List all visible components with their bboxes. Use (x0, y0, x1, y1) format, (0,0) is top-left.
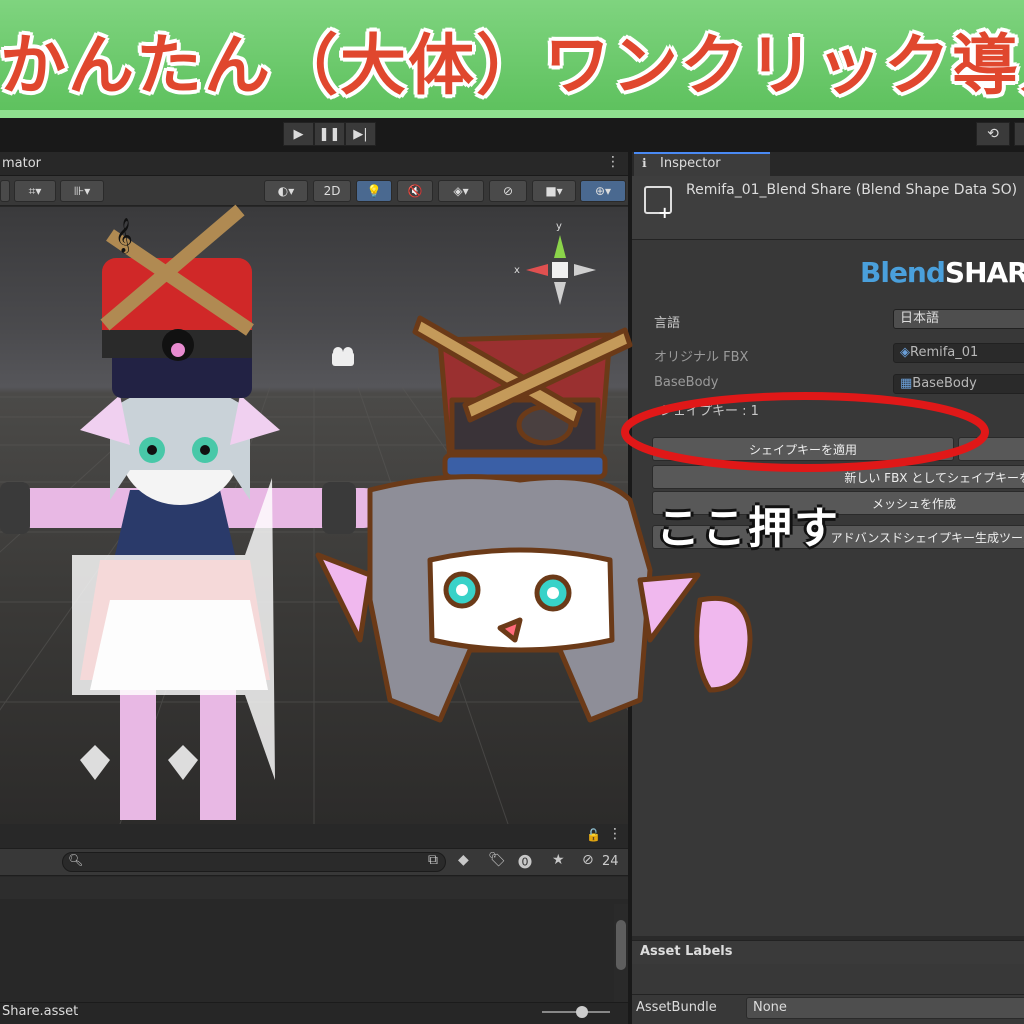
label-tag-icon[interactable]: 🏷︎ (488, 852, 506, 868)
search-icon: 🔍︎ (68, 853, 84, 867)
step-button[interactable]: ▶| (345, 122, 376, 146)
scene-tab-bar (0, 152, 628, 176)
history-icon: ⟲ (987, 126, 999, 142)
project-scrollbar-thumb[interactable] (616, 920, 626, 970)
pause-button[interactable]: ❚❚ (314, 122, 345, 146)
blendshare-logo: BlendSHARE (860, 256, 1024, 289)
scene-viewport[interactable] (0, 207, 628, 824)
fbx-model-icon: ◈ (900, 345, 910, 360)
scene-tab-label[interactable]: mator (2, 156, 41, 171)
grid-snap-icon: ⌗▾ (28, 183, 42, 198)
layers-icon: ◈▾ (453, 184, 469, 198)
pause-icon: ❚❚ (318, 126, 341, 142)
hidden-eye-icon: ⊘ (502, 184, 514, 198)
project-search-input[interactable] (62, 852, 446, 872)
visibility-toggle[interactable]: ⊘ (489, 180, 527, 202)
play-controls: ▶ ❚❚ ▶| (283, 122, 376, 146)
base-body-label: BaseBody (654, 375, 719, 390)
hidden-count-icon[interactable]: ⊘ (582, 852, 594, 868)
gizmo-globe-icon: ⊕▾ (594, 184, 612, 198)
asset-bundle-dropdown[interactable]: None (746, 997, 1024, 1019)
plus-icon: + (658, 203, 672, 222)
draw-mode-dropdown[interactable]: ◐▾ (264, 180, 308, 202)
apply-shape-keys-button[interactable]: シェイプキーを適用 (652, 437, 954, 461)
play-icon: ▶ (293, 126, 304, 142)
selected-file-path: Share.asset (2, 1004, 79, 1019)
increment-snap-dropdown[interactable]: ⊪▾ (60, 180, 104, 202)
project-list-row[interactable] (0, 877, 628, 899)
play-button[interactable]: ▶ (283, 122, 314, 146)
project-more-icon[interactable]: ⋮ (608, 826, 622, 842)
lock-icon[interactable]: 🔓 (586, 828, 601, 842)
annotation-text: ここ押す (656, 503, 840, 554)
banner-stripe (0, 110, 1024, 118)
original-fbx-field[interactable]: ◈Remifa_01 (893, 343, 1024, 363)
project-footer (0, 1002, 628, 1024)
ruler-icon: ⊪▾ (73, 184, 91, 198)
effects-dropdown[interactable]: ◈▾ (438, 180, 484, 202)
info-icon: ℹ (642, 156, 647, 170)
asset-bundle-label: AssetBundle (636, 1000, 717, 1015)
language-dropdown[interactable]: 日本語 (893, 309, 1024, 329)
lighting-toggle[interactable]: 💡 (356, 180, 392, 202)
history-button[interactable]: ⟲ (976, 122, 1010, 146)
editor-toolbar (0, 118, 1024, 152)
gizmos-dropdown[interactable]: ⊕▾ (580, 180, 626, 202)
camera-dropdown[interactable]: ■▾ (532, 180, 576, 202)
banner-title: かんたん（大体）ワンクリック導入 (0, 27, 1024, 104)
filter-type-icon[interactable]: ◆ (458, 852, 469, 868)
mesh-grid-icon: ▦ (900, 376, 913, 391)
shape-key-count: シェイプキー : 1 (660, 404, 759, 419)
toolbar-edge-button[interactable] (1014, 122, 1024, 146)
toggle-2d-button[interactable]: 2D (313, 180, 351, 202)
mute-icon: 🔇 (407, 184, 423, 198)
shading-icon: ◐▾ (277, 184, 295, 198)
search-options-icon[interactable]: ⧉ (428, 852, 438, 868)
asset-labels-title: Asset Labels (640, 944, 733, 959)
base-body-field[interactable]: ▦BaseBody (893, 374, 1024, 394)
language-label: 言語 (654, 316, 681, 331)
project-header (0, 826, 628, 848)
scene-tool-left-button[interactable] (0, 180, 10, 202)
inspector-title: Remifa_01_Blend Share (Blend Shape Data … (686, 182, 1018, 198)
new-fbx-shape-keys-button[interactable]: 新しい FBX としてシェイプキーを (652, 465, 1024, 489)
warning-icon[interactable]: ⓿ (518, 852, 532, 872)
inspector-tab-label[interactable]: Inspector (660, 156, 721, 171)
floor-grid (0, 387, 628, 824)
original-fbx-label: オリジナル FBX (654, 350, 749, 365)
step-icon: ▶| (353, 126, 368, 142)
pivot-dropdown[interactable]: ⌗▾ (14, 180, 56, 202)
screenshot-root: かんたん（大体）ワンクリック導入 ▶ ❚❚ ▶| ⟲ mator ⋮ ⌗▾ ⊪▾… (0, 0, 1024, 1024)
icon-size-slider-knob[interactable] (576, 1006, 588, 1018)
favorite-star-icon[interactable]: ★ (552, 852, 565, 868)
audio-toggle[interactable]: 🔇 (397, 180, 433, 202)
hidden-count: 24 (602, 854, 619, 869)
scene-more-icon[interactable]: ⋮ (606, 154, 620, 170)
camera-icon: ■▾ (545, 184, 563, 198)
side-action-button[interactable] (958, 437, 1024, 461)
lightbulb-icon: 💡 (366, 184, 382, 198)
